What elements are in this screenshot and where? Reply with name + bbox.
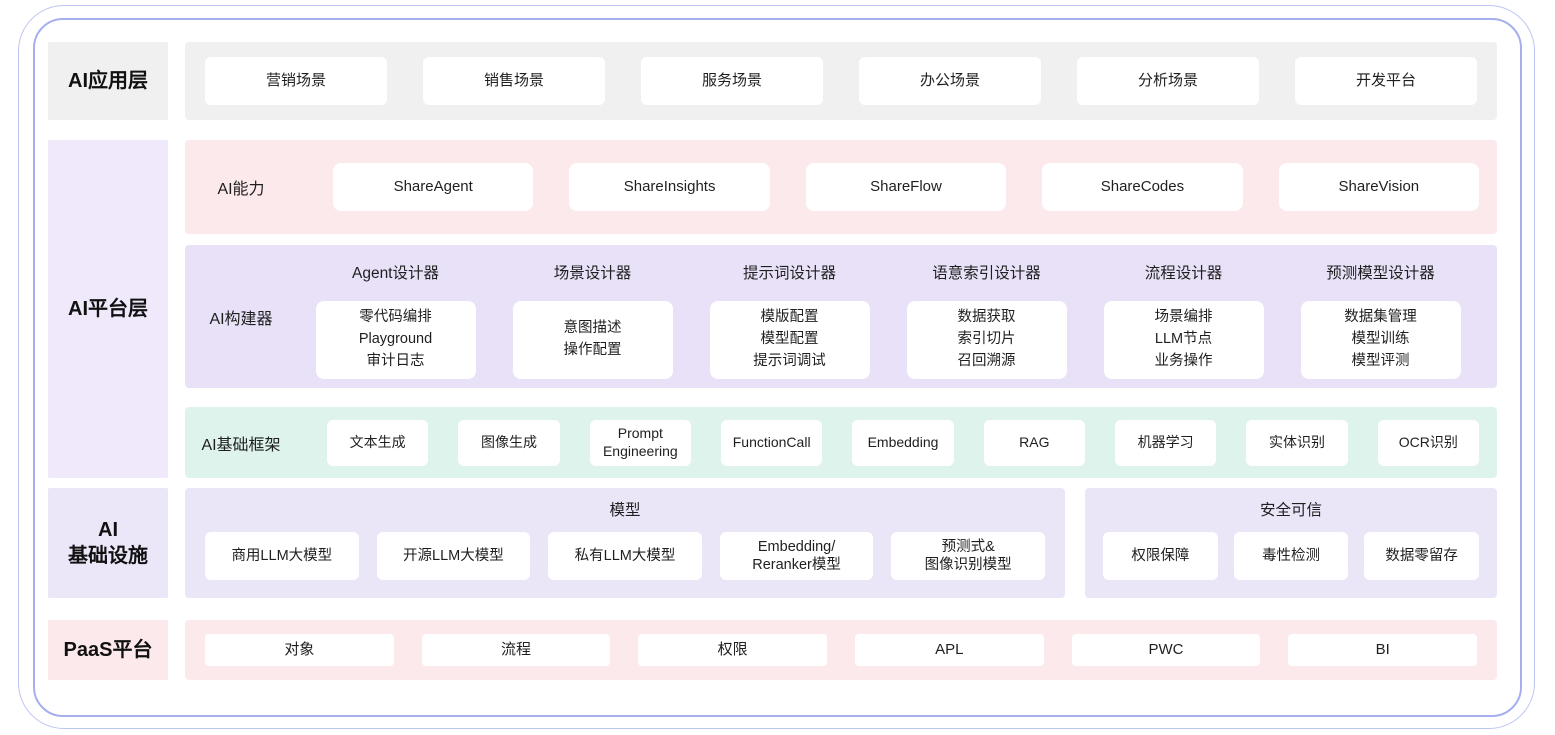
capability-item: ShareAgent bbox=[333, 163, 533, 211]
app-scenario-item: 销售场景 bbox=[423, 57, 605, 105]
builder-column-title: 场景设计器 bbox=[554, 261, 632, 283]
infra-security-item: 权限保障 bbox=[1103, 532, 1218, 580]
framework-item: 文本生成 bbox=[327, 420, 428, 466]
infra-security-panel: 安全可信 权限保障 毒性检测 数据零留存 bbox=[1085, 488, 1497, 598]
infra-security-title: 安全可信 bbox=[1103, 498, 1479, 520]
paas-item: 流程 bbox=[422, 634, 611, 666]
app-scenario-item: 分析场景 bbox=[1077, 57, 1259, 105]
app-scenario-item: 营销场景 bbox=[205, 57, 387, 105]
layer-label-paas: PaaS平台 bbox=[48, 620, 168, 680]
builder-feature-box: 数据集管理 模型训练 模型评测 bbox=[1301, 301, 1461, 379]
paas-item: 对象 bbox=[205, 634, 394, 666]
infra-model-panel: 模型 商用LLM大模型 开源LLM大模型 私有LLM大模型 Embedding/… bbox=[185, 488, 1065, 598]
infra-model-items: 商用LLM大模型 开源LLM大模型 私有LLM大模型 Embedding/ Re… bbox=[205, 532, 1045, 580]
app-scenario-item: 服务场景 bbox=[641, 57, 823, 105]
builder-column-title: 预测模型设计器 bbox=[1326, 261, 1435, 283]
builder-feature-box: 零代码编排 Playground 审计日志 bbox=[316, 301, 476, 379]
infra-security-item: 数据零留存 bbox=[1364, 532, 1479, 580]
paas-row: 对象 流程 权限 APL PWC BI bbox=[185, 620, 1497, 680]
capability-label: AI能力 bbox=[185, 175, 297, 199]
builder-row: AI构建器 Agent设计器 零代码编排 Playground 审计日志 场景设… bbox=[185, 245, 1497, 388]
builder-column-title: 语意索引设计器 bbox=[932, 261, 1041, 283]
builder-column: 场景设计器 意图描述 操作配置 bbox=[494, 245, 691, 388]
framework-item: 机器学习 bbox=[1115, 420, 1216, 466]
paas-item: APL bbox=[855, 634, 1044, 666]
builder-column-title: 提示词设计器 bbox=[743, 261, 836, 283]
builder-feature-box: 模版配置 模型配置 提示词调试 bbox=[710, 301, 870, 379]
infra-model-item: Embedding/ Reranker模型 bbox=[720, 532, 874, 580]
framework-item: Embedding bbox=[852, 420, 953, 466]
capability-row: AI能力 ShareAgent ShareInsights ShareFlow … bbox=[185, 140, 1497, 234]
paas-item: BI bbox=[1288, 634, 1477, 666]
builder-column-title: Agent设计器 bbox=[352, 261, 439, 283]
capability-item: ShareInsights bbox=[569, 163, 769, 211]
framework-item: FunctionCall bbox=[721, 420, 822, 466]
builder-column: 语意索引设计器 数据获取 索引切片 召回溯源 bbox=[888, 245, 1085, 388]
builder-label: AI构建器 bbox=[185, 245, 297, 388]
framework-item: 实体识别 bbox=[1246, 420, 1347, 466]
framework-item: OCR识别 bbox=[1378, 420, 1479, 466]
layer-label-ai-app: AI应用层 bbox=[48, 42, 168, 120]
infra-model-item: 开源LLM大模型 bbox=[377, 532, 531, 580]
builder-feature-box: 数据获取 索引切片 召回溯源 bbox=[907, 301, 1067, 379]
builder-column: Agent设计器 零代码编排 Playground 审计日志 bbox=[297, 245, 494, 388]
framework-row: AI基础框架 文本生成 图像生成 Prompt Engineering Func… bbox=[185, 407, 1497, 478]
framework-item: Prompt Engineering bbox=[590, 420, 691, 466]
infra-security-item: 毒性检测 bbox=[1234, 532, 1349, 580]
infra-model-item: 私有LLM大模型 bbox=[548, 532, 702, 580]
framework-label: AI基础框架 bbox=[185, 431, 297, 455]
layer-label-ai-infra: AI 基础设施 bbox=[48, 488, 168, 598]
capability-item: ShareFlow bbox=[806, 163, 1006, 211]
infra-model-item: 预测式& 图像识别模型 bbox=[891, 532, 1045, 580]
capability-item: ShareCodes bbox=[1042, 163, 1242, 211]
paas-item: PWC bbox=[1072, 634, 1261, 666]
builder-column-title: 流程设计器 bbox=[1145, 261, 1223, 283]
framework-item: RAG bbox=[984, 420, 1085, 466]
app-scenario-item: 办公场景 bbox=[859, 57, 1041, 105]
app-scenario-item: 开发平台 bbox=[1295, 57, 1477, 105]
infra-model-title: 模型 bbox=[205, 498, 1045, 520]
builder-column: 提示词设计器 模版配置 模型配置 提示词调试 bbox=[691, 245, 888, 388]
capability-item: ShareVision bbox=[1279, 163, 1479, 211]
layer-label-ai-platform: AI平台层 bbox=[48, 140, 168, 478]
infra-security-items: 权限保障 毒性检测 数据零留存 bbox=[1103, 532, 1479, 580]
paas-item: 权限 bbox=[638, 634, 827, 666]
builder-column: 预测模型设计器 数据集管理 模型训练 模型评测 bbox=[1282, 245, 1479, 388]
builder-feature-box: 意图描述 操作配置 bbox=[513, 301, 673, 379]
builder-feature-box: 场景编排 LLM节点 业务操作 bbox=[1104, 301, 1264, 379]
builder-column: 流程设计器 场景编排 LLM节点 业务操作 bbox=[1085, 245, 1282, 388]
app-layer-row: 营销场景 销售场景 服务场景 办公场景 分析场景 开发平台 bbox=[185, 42, 1497, 120]
infra-model-item: 商用LLM大模型 bbox=[205, 532, 359, 580]
framework-item: 图像生成 bbox=[458, 420, 559, 466]
